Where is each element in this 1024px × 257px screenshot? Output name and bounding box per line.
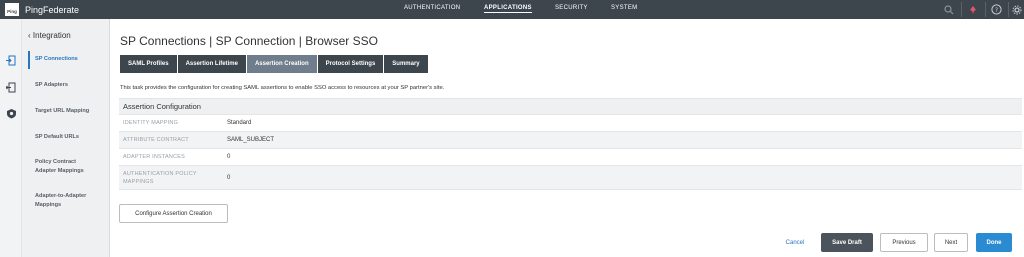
- main-nav: AUTHENTICATION APPLICATIONS SECURITY SYS…: [0, 0, 1024, 19]
- section-heading: Assertion Configuration: [119, 98, 1022, 114]
- settings-icon[interactable]: [1010, 3, 1023, 16]
- sidebar-item-sp-connections[interactable]: SP Connections: [35, 55, 107, 64]
- sidebar: ‹ Integration SP Connections SP Adapters…: [22, 19, 110, 257]
- tab-protocol-settings[interactable]: Protocol Settings: [317, 55, 384, 73]
- tab-assertion-creation[interactable]: Assertion Creation: [246, 55, 317, 73]
- notification-icon[interactable]: [966, 3, 979, 16]
- search-icon[interactable]: [942, 3, 955, 16]
- nav-system[interactable]: SYSTEM: [611, 5, 637, 11]
- sidebar-item-policy-contract-adapter-mappings[interactable]: Policy Contract Adapter Mappings: [35, 158, 97, 176]
- sidebar-item-sp-default-urls[interactable]: SP Default URLs: [35, 133, 107, 142]
- divider: [985, 2, 986, 17]
- assertion-configuration-panel: Assertion Configuration IDENTITY MAPPING…: [119, 98, 1022, 190]
- row-key: IDENTITY MAPPING: [123, 120, 179, 126]
- integration-icon[interactable]: [4, 53, 18, 67]
- done-button[interactable]: Done: [976, 233, 1012, 252]
- tab-assertion-lifetime[interactable]: Assertion Lifetime: [177, 55, 246, 73]
- cancel-button[interactable]: Cancel: [781, 233, 809, 252]
- active-marker: [28, 51, 30, 69]
- nav-security[interactable]: SECURITY: [555, 5, 588, 11]
- previous-button[interactable]: Previous: [880, 233, 928, 252]
- section-icon-strip: [0, 19, 22, 257]
- save-draft-button[interactable]: Save Draft: [821, 233, 873, 252]
- applications-icon[interactable]: [4, 80, 18, 94]
- sidebar-item-target-url-mapping[interactable]: Target URL Mapping: [35, 107, 107, 116]
- row-key: ADAPTER INSTANCES: [123, 154, 185, 160]
- tab-summary[interactable]: Summary: [384, 55, 428, 73]
- row-value: SAML_SUBJECT: [227, 137, 275, 143]
- row-key: ATTRIBUTE CONTRACT: [123, 137, 189, 143]
- task-description: This task provides the configuration for…: [120, 85, 445, 91]
- table-row: ATTRIBUTE CONTRACT SAML_SUBJECT: [119, 131, 1022, 148]
- table-row: AUTHENTICATION POLICY MAPPINGS 0: [119, 165, 1022, 190]
- sidebar-item-sp-adapters[interactable]: SP Adapters: [35, 81, 107, 90]
- sidebar-item-adapter-to-adapter-mappings[interactable]: Adapter-to-Adapter Mappings: [35, 192, 101, 210]
- help-icon[interactable]: ?: [990, 3, 1003, 16]
- page-title: SP Connections | SP Connection | Browser…: [120, 34, 378, 48]
- table-row: ADAPTER INSTANCES 0: [119, 148, 1022, 165]
- divider: [1008, 2, 1009, 17]
- back-label: Integration: [32, 31, 71, 40]
- row-key: AUTHENTICATION POLICY MAPPINGS: [123, 170, 197, 185]
- tab-saml-profiles[interactable]: SAML Profiles: [120, 55, 177, 73]
- wizard-tabs: SAML Profiles Assertion Lifetime Asserti…: [120, 55, 428, 73]
- row-value: Standard: [227, 120, 252, 126]
- top-navigation-bar: Ping PingFederate AUTHENTICATION APPLICA…: [0, 0, 1024, 19]
- table-row: IDENTITY MAPPING Standard: [119, 114, 1022, 131]
- next-button[interactable]: Next: [934, 233, 968, 252]
- row-value: 0: [227, 154, 231, 160]
- divider: [961, 2, 962, 17]
- oauth-icon[interactable]: [4, 106, 18, 120]
- nav-authentication[interactable]: AUTHENTICATION: [404, 5, 460, 11]
- chevron-left-icon: ‹: [28, 31, 31, 40]
- nav-applications[interactable]: APPLICATIONS: [484, 5, 532, 13]
- main-content: SP Connections | SP Connection | Browser…: [111, 19, 1024, 257]
- svg-text:?: ?: [995, 7, 998, 14]
- back-link[interactable]: ‹ Integration: [28, 31, 71, 40]
- row-value: 0: [227, 174, 231, 181]
- configure-assertion-creation-button[interactable]: Configure Assertion Creation: [119, 204, 228, 223]
